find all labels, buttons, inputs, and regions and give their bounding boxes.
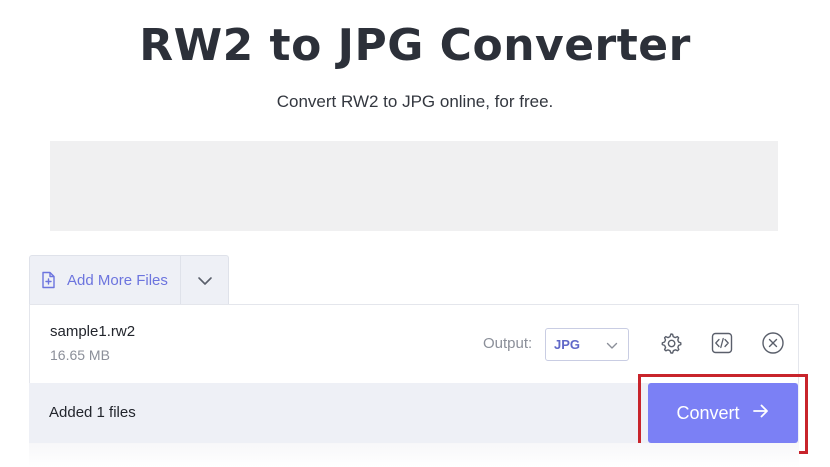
add-files-dropdown-button[interactable]: [181, 256, 228, 304]
embed-code-button[interactable]: [709, 332, 735, 358]
close-circle-icon: [761, 331, 785, 359]
output-label: Output:: [483, 335, 533, 352]
file-toolbar: Add More Files: [29, 255, 229, 304]
file-row: sample1.rw2 16.65 MB Output: JPG: [29, 304, 799, 383]
page-title: RW2 to JPG Converter: [139, 20, 691, 71]
panel-shadow: [29, 443, 799, 467]
file-size: 16.65 MB: [50, 347, 110, 363]
arrow-right-icon: [752, 403, 770, 423]
page-subtitle: Convert RW2 to JPG online, for free.: [276, 92, 554, 111]
convert-button[interactable]: Convert: [648, 383, 798, 443]
output-format-value: JPG: [554, 337, 581, 352]
convert-label: Convert: [676, 402, 740, 423]
chevron-down-icon: [606, 335, 618, 354]
settings-button[interactable]: [658, 332, 684, 358]
gear-icon: [659, 331, 683, 359]
file-name: sample1.rw2: [50, 323, 136, 340]
remove-file-button[interactable]: [760, 332, 786, 358]
code-icon: [710, 331, 734, 359]
output-format-select[interactable]: JPG: [545, 328, 629, 361]
chevron-down-icon: [197, 271, 213, 290]
add-more-files-label: Add More Files: [67, 271, 168, 289]
add-more-files-button[interactable]: Add More Files: [30, 256, 181, 304]
ad-placeholder: [50, 141, 778, 231]
file-plus-icon: [39, 271, 57, 289]
added-files-status: Added 1 files: [49, 404, 136, 421]
